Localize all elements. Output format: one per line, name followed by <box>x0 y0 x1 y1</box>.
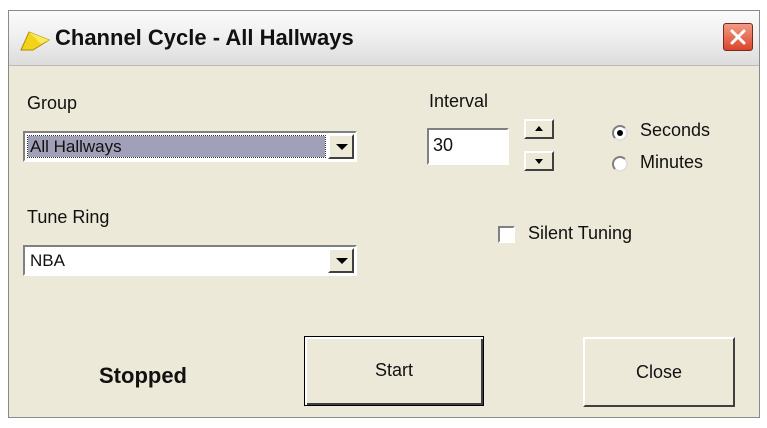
minutes-radio-label[interactable]: Minutes <box>640 152 703 173</box>
seconds-radio[interactable] <box>612 125 628 141</box>
app-icon <box>19 26 53 52</box>
group-dropdown-button[interactable] <box>328 134 354 159</box>
interval-increment-button[interactable] <box>524 119 554 139</box>
radio-selected-dot <box>617 130 623 136</box>
title-bar[interactable]: Channel Cycle - All Hallways <box>9 11 759 66</box>
arrow-up-icon <box>535 126 543 131</box>
close-window-button[interactable] <box>723 23 753 51</box>
close-button[interactable]: Close <box>583 337 735 407</box>
channel-cycle-dialog: Channel Cycle - All Hallways Group All H… <box>8 10 760 418</box>
close-icon <box>730 29 746 45</box>
window-title: Channel Cycle - All Hallways <box>55 25 354 50</box>
tune-ring-label: Tune Ring <box>27 207 110 227</box>
group-select[interactable]: All Hallways <box>23 131 357 162</box>
seconds-radio-label[interactable]: Seconds <box>640 120 710 141</box>
tune-ring-select[interactable]: NBA <box>23 245 357 276</box>
interval-input[interactable]: 30 <box>427 128 509 165</box>
arrow-down-icon <box>535 159 543 164</box>
interval-label: Interval <box>429 91 489 111</box>
minutes-radio[interactable] <box>612 156 628 172</box>
group-select-value: All Hallways <box>27 135 326 158</box>
start-button[interactable]: Start <box>304 336 484 406</box>
chevron-down-icon <box>336 258 348 264</box>
tune-ring-dropdown-button[interactable] <box>328 248 354 273</box>
silent-tuning-label[interactable]: Silent Tuning <box>528 223 632 244</box>
group-label: Group <box>27 93 78 113</box>
silent-tuning-checkbox[interactable] <box>498 226 515 243</box>
chevron-down-icon <box>336 144 348 150</box>
tune-ring-select-value: NBA <box>30 251 65 270</box>
interval-decrement-button[interactable] <box>524 151 554 171</box>
status-text: Stopped <box>99 363 187 388</box>
